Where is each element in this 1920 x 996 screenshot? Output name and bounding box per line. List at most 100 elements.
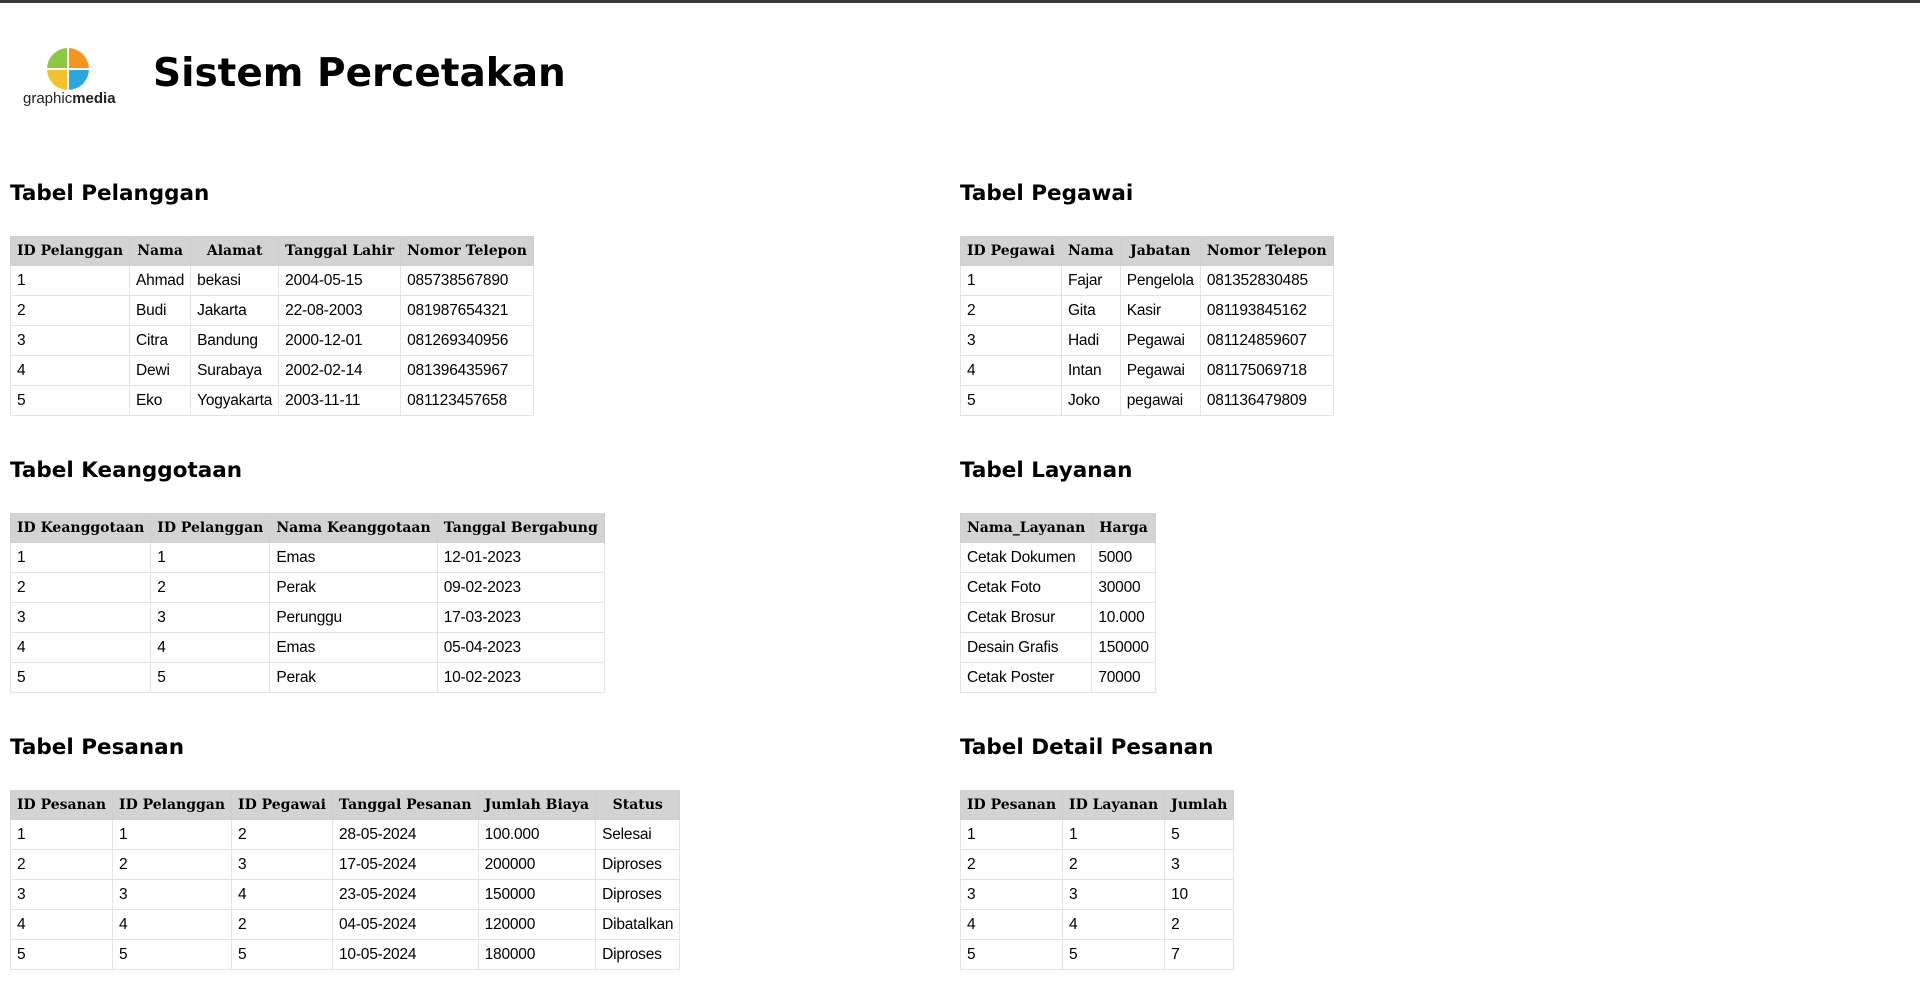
column-header: ID Pegawai	[960, 236, 1062, 266]
table-cell: 4	[9, 909, 114, 940]
logo-text-bold: media	[72, 90, 116, 107]
table-cell: 5	[959, 939, 1064, 970]
table-cell: 3	[9, 325, 131, 356]
table-cell: 2	[231, 819, 333, 850]
table-cell: 70000	[1091, 662, 1156, 693]
graphicmedia-logo-icon	[47, 48, 89, 90]
table-cell: Cetak Foto	[959, 572, 1093, 603]
table-cell: 5	[960, 385, 1062, 416]
table-pegawai: ID Pegawai Nama Jabatan Nomor Telepon 1 Fajar…	[960, 236, 1334, 416]
table-cell: 09-02-2023	[436, 572, 605, 603]
table-row: 4 4 2 04-05-2024 120000 Dibatalkan	[9, 909, 681, 940]
table-cell: 10-02-2023	[436, 662, 605, 693]
table-cell: 081269340956	[400, 325, 534, 356]
table-cell: 4	[1062, 909, 1166, 940]
table-row: Cetak Foto 30000	[959, 572, 1156, 603]
column-header: Jumlah Biaya	[477, 790, 597, 820]
table-cell: 100.000	[477, 819, 597, 850]
table-cell: 1	[959, 819, 1064, 850]
table-cell: 150000	[477, 879, 597, 910]
column-header: ID Pegawai	[231, 790, 333, 820]
table-row: 4 4 Emas 05-04-2023	[9, 632, 605, 663]
section-title: Tabel Pelanggan	[10, 181, 210, 206]
table-cell: 1	[9, 542, 152, 573]
table-cell: 180000	[477, 939, 597, 970]
logo-text-light: graphic	[23, 90, 73, 107]
table-row: 2 Gita Kasir 081193845162	[960, 295, 1334, 326]
table-row: 2 Budi Jakarta 22-08-2003 081987654321	[9, 295, 534, 326]
table-cell: 1	[1062, 819, 1166, 850]
table-cell: 4	[960, 355, 1062, 386]
table-pelanggan: ID Pelanggan Nama Alamat Tanggal Lahir Nomor…	[9, 236, 534, 416]
table-row: Cetak Dokumen 5000	[959, 542, 1156, 573]
table-row: 3 3 4 23-05-2024 150000 Diproses	[9, 879, 681, 910]
table-cell: 120000	[477, 909, 597, 940]
logo-wordmark: graphicmedia	[23, 90, 116, 107]
column-header: Tanggal Lahir	[278, 236, 402, 266]
column-header: ID Pesanan	[9, 790, 114, 820]
table-cell: 5	[150, 662, 271, 693]
table-cell: 28-05-2024	[331, 819, 479, 850]
table-cell: 3	[959, 879, 1064, 910]
section-keanggotaan: Tabel Keanggotaan ID Keanggotaan ID Pelan…	[9, 458, 605, 693]
table-row: 1 Fajar Pengelola 081352830485	[960, 265, 1334, 296]
table-cell: Gita	[1060, 295, 1121, 326]
table-cell: Bandung	[190, 325, 280, 356]
table-cell: 23-05-2024	[331, 879, 479, 910]
column-header: Jumlah	[1164, 790, 1235, 820]
logo: graphicmedia	[20, 40, 130, 130]
table-row: 2 2 Perak 09-02-2023	[9, 572, 605, 603]
column-header: Harga	[1091, 513, 1156, 543]
table-cell: 2	[960, 295, 1062, 326]
section-pesanan: Tabel Pesanan ID Pesanan ID Pelanggan ID P…	[9, 735, 681, 970]
column-header: Alamat	[190, 236, 280, 266]
table-layanan: Nama_Layanan Harga Cetak Dokumen 5000 Cetak …	[959, 513, 1156, 693]
table-cell: 3	[960, 325, 1062, 356]
table-cell: Joko	[1060, 385, 1121, 416]
table-cell: Kasir	[1119, 295, 1201, 326]
column-header: Nama Keanggotaan	[269, 513, 438, 543]
table-cell: 10-05-2024	[331, 939, 479, 970]
table-cell: Diproses	[595, 849, 681, 880]
table-row: 4 Dewi Surabaya 2002-02-14 081396435967	[9, 355, 534, 386]
table-cell: 30000	[1091, 572, 1156, 603]
table-row: 3 3 10	[959, 879, 1235, 910]
table-cell: 2	[112, 849, 233, 880]
table-cell: 10.000	[1091, 602, 1156, 633]
table-row: 1 Ahmad bekasi 2004-05-15 085738567890	[9, 265, 534, 296]
table-cell: 2	[150, 572, 271, 603]
table-cell: 3	[150, 602, 271, 633]
table-cell: 081987654321	[400, 295, 534, 326]
section-layanan: Tabel Layanan Nama_Layanan Harga Cetak Dok…	[959, 458, 1156, 693]
table-row: 1 1 Emas 12-01-2023	[9, 542, 605, 573]
section-pegawai: Tabel Pegawai ID Pegawai Nama Jabatan Nomor…	[960, 181, 1334, 416]
table-cell: 2002-02-14	[278, 355, 402, 386]
table-row: 223	[959, 849, 1235, 880]
table-cell: 3	[231, 849, 333, 880]
table-row: 4 Intan Pegawai 081175069718	[960, 355, 1334, 386]
table-row: 3 3 Perunggu 17-03-2023	[9, 602, 605, 633]
column-header: Nomor Telepon	[1199, 236, 1334, 266]
column-header: ID Pelanggan	[150, 513, 271, 543]
table-cell: 17-05-2024	[331, 849, 479, 880]
table-cell: Citra	[129, 325, 192, 356]
table-cell: 2	[231, 909, 333, 940]
table-cell: 081124859607	[1199, 325, 1334, 356]
table-row: 3 Citra Bandung 2000-12-01 081269340956	[9, 325, 534, 356]
column-header: Jabatan	[1119, 236, 1201, 266]
table-cell: Ahmad	[129, 265, 192, 296]
column-header: Status	[595, 790, 681, 820]
section-title: Tabel Pegawai	[960, 181, 1134, 206]
table-row: 5 5 Perak 10-02-2023	[9, 662, 605, 693]
table-row: Desain Grafis 150000	[959, 632, 1156, 663]
table-cell: Desain Grafis	[959, 632, 1093, 663]
table-cell: 2	[1062, 849, 1166, 880]
table-cell: Perunggu	[269, 602, 438, 633]
table-cell: 1	[150, 542, 271, 573]
table-cell: Perak	[269, 662, 438, 693]
top-border	[0, 0, 1920, 3]
table-cell: 2	[959, 849, 1064, 880]
table-row: Cetak Brosur 10.000	[959, 602, 1156, 633]
table-row: 5 5 5 10-05-2024 180000 Diproses	[9, 939, 681, 970]
table-cell: 4	[112, 909, 233, 940]
